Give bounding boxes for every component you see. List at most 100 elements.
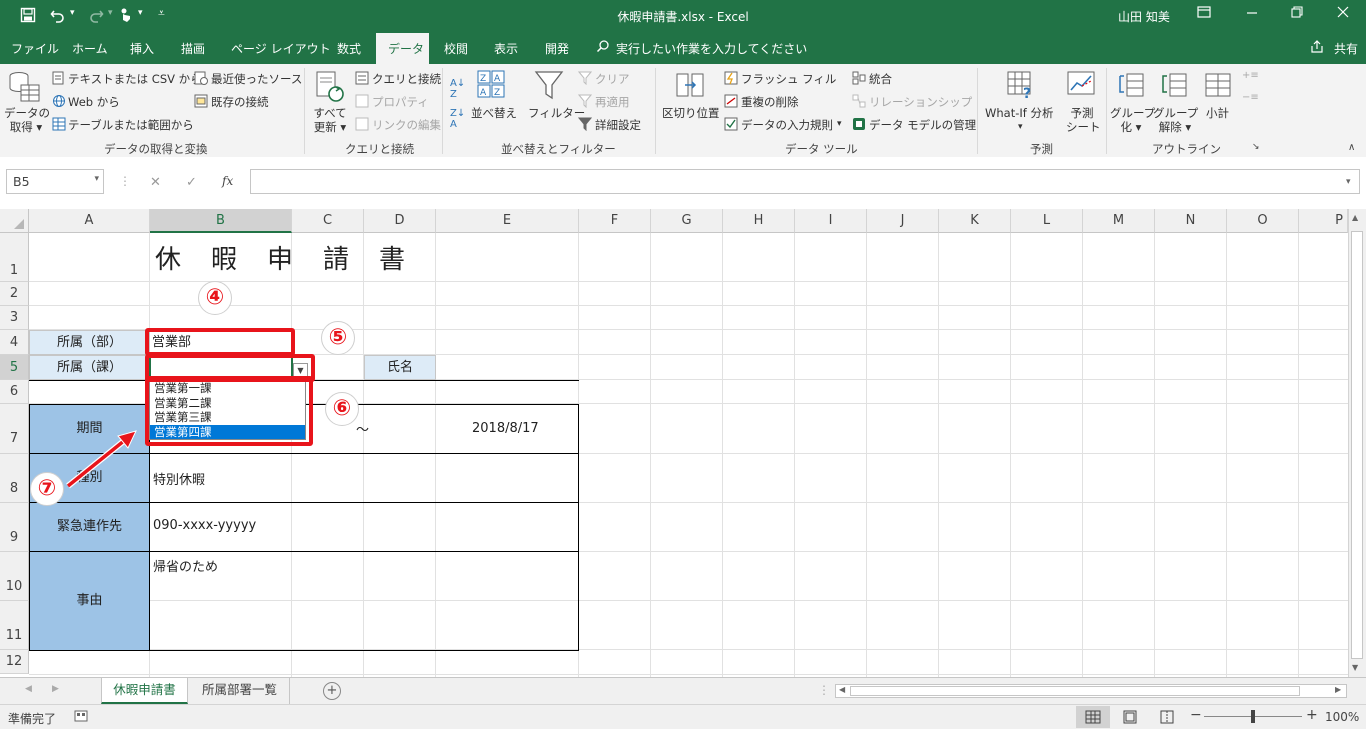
zoom-level[interactable]: 100% <box>1325 710 1359 724</box>
text-to-columns-button[interactable]: 区切り位置 <box>662 106 720 120</box>
reapply-button[interactable]: 再適用 <box>595 95 630 109</box>
relationships-button[interactable]: リレーションシップ <box>869 95 972 109</box>
data-validation-button[interactable]: データの入力規則 <box>741 118 833 132</box>
existing-connections-button[interactable]: 既存の接続 <box>211 95 269 109</box>
ungroup-icon[interactable] <box>1160 70 1190 103</box>
data-model-button[interactable]: データ モデルの管理 <box>869 118 976 132</box>
from-text-csv-button[interactable]: テキストまたは CSV から <box>68 72 202 86</box>
add-sheet-icon[interactable]: + <box>323 682 341 700</box>
reason-value[interactable]: 帰省のため <box>153 556 218 575</box>
column-header-n[interactable]: N <box>1155 209 1227 233</box>
column-header-e[interactable]: E <box>436 209 579 233</box>
tab-home[interactable]: ホーム <box>72 40 108 57</box>
get-data-button[interactable]: データの 取得 ▾ <box>4 106 50 134</box>
row-header-12[interactable]: 12 <box>0 650 29 674</box>
macro-record-icon[interactable] <box>74 710 88 725</box>
period-end[interactable]: 2018/8/17 <box>472 421 539 436</box>
row-header-11[interactable]: 11 <box>0 601 29 650</box>
row-header-9[interactable]: 9 <box>0 503 29 552</box>
subtotal-button[interactable]: 小計 <box>1206 106 1229 120</box>
row-header-2[interactable]: 2 <box>0 282 29 306</box>
page-break-view-icon[interactable] <box>1160 710 1174 727</box>
row-header-10[interactable]: 10 <box>0 552 29 601</box>
sheet-tab-leave-request[interactable]: 休暇申請書 <box>101 678 188 704</box>
share-button[interactable]: 共有 <box>1334 40 1358 57</box>
column-header-d[interactable]: D <box>364 209 436 233</box>
group-icon[interactable] <box>1117 70 1147 103</box>
column-header-p[interactable]: P <box>1299 209 1348 233</box>
column-header-k[interactable]: K <box>939 209 1011 233</box>
horizontal-scroll-thumb[interactable] <box>850 686 1300 696</box>
clear-button[interactable]: クリア <box>595 72 630 86</box>
column-header-o[interactable]: O <box>1227 209 1299 233</box>
refresh-all-button[interactable]: すべて 更新 ▾ <box>312 106 348 134</box>
sort-button[interactable]: 並べ替え <box>471 106 517 120</box>
tab-review[interactable]: 校閲 <box>444 40 468 57</box>
restore-icon[interactable] <box>1290 5 1304 23</box>
refresh-all-icon[interactable] <box>315 70 345 107</box>
cancel-icon[interactable]: ✕ <box>150 175 161 190</box>
column-header-a[interactable]: A <box>29 209 150 233</box>
sort-za-icon[interactable]: Z↓ A <box>450 108 465 130</box>
minimize-icon[interactable] <box>1245 5 1259 23</box>
enter-icon[interactable]: ✓ <box>186 175 197 190</box>
from-web-button[interactable]: Web から <box>68 95 120 109</box>
column-header-j[interactable]: J <box>867 209 939 233</box>
row-header-8[interactable]: 8 <box>0 454 29 503</box>
collapse-ribbon-icon[interactable]: ∧ <box>1348 142 1355 153</box>
tab-insert[interactable]: 挿入 <box>130 40 154 57</box>
type-value[interactable]: 特別休暇 <box>153 469 205 488</box>
column-header-b[interactable]: B <box>150 209 292 233</box>
sheet-prev-icon[interactable]: ◀ <box>25 684 32 694</box>
scroll-down-icon[interactable]: ▼ <box>1352 663 1358 672</box>
remove-duplicates-button[interactable]: 重複の削除 <box>741 95 799 109</box>
hide-detail-icon[interactable]: −≡ <box>1242 92 1259 103</box>
flash-fill-button[interactable]: フラッシュ フィル <box>741 72 836 86</box>
get-data-icon[interactable] <box>8 70 42 107</box>
column-header-g[interactable]: G <box>651 209 723 233</box>
what-if-dropdown-icon[interactable]: ▾ <box>1018 120 1023 134</box>
edit-links-button[interactable]: リンクの編集 <box>372 118 441 132</box>
column-header-m[interactable]: M <box>1083 209 1155 233</box>
zoom-slider-thumb[interactable] <box>1251 710 1255 723</box>
from-table-button[interactable]: テーブルまたは範囲から <box>68 118 194 132</box>
recent-sources-button[interactable]: 最近使ったソース <box>211 72 302 86</box>
name-box-dropdown-icon[interactable]: ▾ <box>94 174 99 184</box>
horizontal-scrollbar[interactable]: ◀ ▶ <box>835 684 1347 698</box>
row-header-4[interactable]: 4 <box>0 330 29 355</box>
queries-connections-button[interactable]: クエリと接続 <box>372 72 441 86</box>
column-header-f[interactable]: F <box>579 209 651 233</box>
row-header-3[interactable]: 3 <box>0 306 29 330</box>
what-if-button[interactable]: What-If 分析 <box>985 106 1053 120</box>
tab-developer[interactable]: 開発 <box>545 40 569 57</box>
contact-value[interactable]: 090-xxxx-yyyyy <box>153 518 256 533</box>
tab-view[interactable]: 表示 <box>494 40 518 57</box>
tab-page-layout[interactable]: ページ レイアウト <box>231 40 331 57</box>
column-header-l[interactable]: L <box>1011 209 1083 233</box>
row-header-6[interactable]: 6 <box>0 380 29 404</box>
vertical-scroll-thumb[interactable] <box>1351 231 1363 659</box>
normal-view-icon[interactable] <box>1076 706 1110 728</box>
insert-function-icon[interactable]: fx <box>222 174 233 188</box>
vertical-scrollbar[interactable]: ▲ ▼ <box>1348 209 1366 677</box>
tab-draw[interactable]: 描画 <box>181 40 205 57</box>
group-button[interactable]: グループ化 ▾ <box>1110 106 1155 134</box>
page-layout-view-icon[interactable] <box>1123 710 1137 727</box>
column-header-i[interactable]: I <box>795 209 867 233</box>
column-header-c[interactable]: C <box>292 209 364 233</box>
tab-file[interactable]: ファイル <box>11 40 59 57</box>
forecast-sheet-icon[interactable] <box>1066 70 1096 103</box>
consolidate-button[interactable]: 統合 <box>869 72 892 86</box>
tab-formulas[interactable]: 数式 <box>337 40 361 57</box>
outline-dialog-launcher-icon[interactable]: ↘ <box>1252 142 1260 152</box>
scroll-up-icon[interactable]: ▲ <box>1352 213 1358 222</box>
formula-input[interactable] <box>250 169 1360 194</box>
zoom-in-icon[interactable]: + <box>1306 707 1318 723</box>
close-icon[interactable] <box>1336 5 1350 23</box>
forecast-sheet-button[interactable]: 予測 シート <box>1066 106 1101 134</box>
name-box[interactable]: B5 ▾ <box>6 169 104 194</box>
properties-button[interactable]: プロパティ <box>372 95 429 109</box>
row-header-1[interactable]: 1 <box>0 233 29 282</box>
text-to-columns-icon[interactable] <box>675 70 705 103</box>
ribbon-display-icon[interactable] <box>1197 5 1211 23</box>
